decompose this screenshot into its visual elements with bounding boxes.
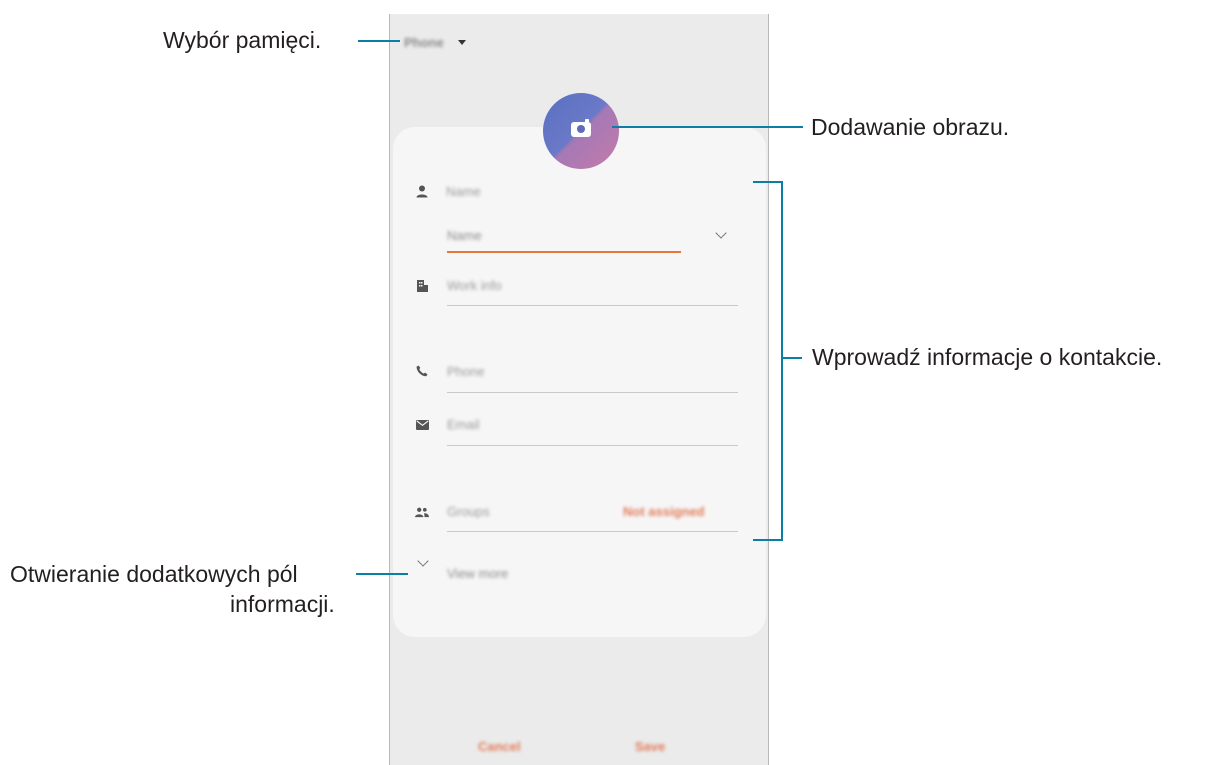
callout-line-add-image xyxy=(612,126,803,128)
callout-more-fields-line2: informacji. xyxy=(230,591,335,617)
callout-bracket-contact-info xyxy=(781,181,783,541)
work-info-underline xyxy=(447,305,738,306)
view-more-chevron-icon[interactable] xyxy=(417,555,429,567)
groups-underline xyxy=(447,531,738,532)
phone-underline xyxy=(447,392,738,393)
add-image-button[interactable] xyxy=(543,93,619,169)
phone-icon xyxy=(415,364,429,378)
storage-selector[interactable]: Phone xyxy=(404,32,466,52)
view-more-link[interactable]: View more xyxy=(447,566,508,581)
callout-contact-info: Wprowadź informacje o kontakcie. xyxy=(812,344,1163,370)
callout-bracket-bottom xyxy=(753,539,783,541)
email-field[interactable]: Email xyxy=(447,417,480,432)
camera-icon xyxy=(571,119,591,137)
callout-bracket-top xyxy=(753,181,783,183)
callout-more-fields-line1: Otwieranie dodatkowych pól xyxy=(10,561,298,587)
name-input[interactable]: Name xyxy=(447,228,482,243)
contact-form-card: Name Name Work info Phone Email Groups N… xyxy=(393,127,766,637)
groups-field[interactable]: Groups xyxy=(447,504,490,519)
groups-icon xyxy=(415,505,429,519)
callout-line-contact-info xyxy=(782,357,802,359)
callout-line-storage xyxy=(358,40,400,42)
expand-name-chevron-icon[interactable] xyxy=(715,227,727,239)
groups-value[interactable]: Not assigned xyxy=(623,504,705,519)
name-header-label: Name xyxy=(446,184,481,199)
name-input-underline xyxy=(447,251,681,253)
building-icon xyxy=(415,279,429,293)
work-info-field[interactable]: Work info xyxy=(447,278,502,293)
person-icon xyxy=(415,184,429,198)
save-button[interactable]: Save xyxy=(635,739,665,754)
storage-selector-label: Phone xyxy=(404,34,444,50)
callout-storage-select: Wybór pamięci. xyxy=(163,27,322,53)
callout-line-more-fields xyxy=(356,573,408,575)
cancel-button[interactable]: Cancel xyxy=(478,739,521,754)
phone-field[interactable]: Phone xyxy=(447,364,485,379)
callout-add-image: Dodawanie obrazu. xyxy=(811,114,1010,140)
email-underline xyxy=(447,445,738,446)
dropdown-caret-icon xyxy=(457,39,466,45)
email-icon xyxy=(415,418,429,432)
